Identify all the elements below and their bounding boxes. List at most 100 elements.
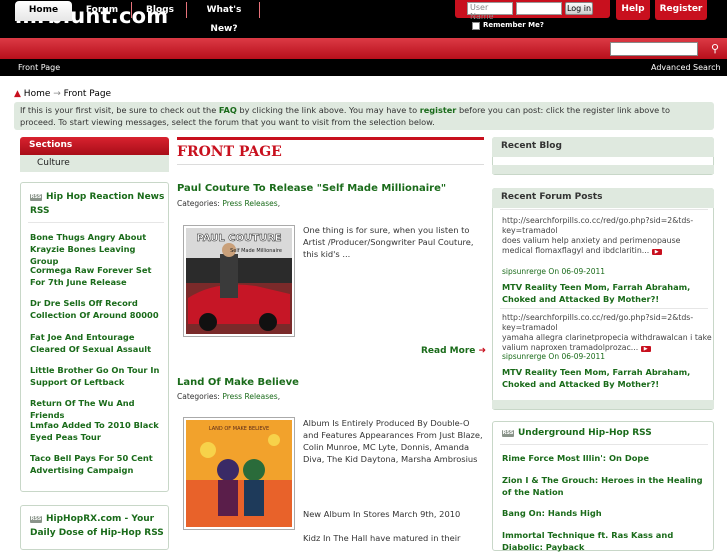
article-image[interactable]: PAUL COUTURE Self Made Millionaire bbox=[183, 225, 295, 337]
album-cover-title: PAUL COUTURE bbox=[196, 233, 281, 244]
notice-text: If this is your first visit, be sure to … bbox=[20, 105, 219, 115]
album-cover-image: LAND OF MAKE BELIEVE bbox=[186, 420, 292, 527]
box-footer bbox=[492, 400, 714, 409]
feed-item[interactable]: Bone Thugs Angry About Krayzie Bones Lea… bbox=[30, 231, 163, 267]
album-cover-image: PAUL COUTURE Self Made Millionaire bbox=[186, 228, 292, 334]
recent-forum-posts-title: Recent Forum Posts bbox=[492, 188, 714, 208]
breadcrumb-current: Front Page bbox=[63, 89, 112, 99]
feed-title-line2[interactable]: Daily Dose of Hip-Hop RSS bbox=[30, 526, 166, 540]
album-cover-subtitle: Self Made Millionaire bbox=[230, 248, 282, 254]
article-title[interactable]: Land Of Make Believe bbox=[177, 377, 299, 388]
article-categories: Categories: Press Releases, bbox=[177, 199, 280, 208]
post-url[interactable]: http://searchforpills.co.cc/red/go.php?s… bbox=[502, 313, 693, 332]
username-input[interactable]: User Name bbox=[467, 2, 513, 21]
password-input[interactable] bbox=[516, 2, 562, 15]
divider bbox=[500, 209, 708, 210]
feed-item[interactable]: Dr Dre Sells Off Record Collection Of Ar… bbox=[30, 297, 163, 321]
article-title[interactable]: Paul Couture To Release "Self Made Milli… bbox=[177, 183, 446, 194]
tab-whats-new[interactable]: What's New? bbox=[192, 1, 256, 34]
notice-text: by clicking the link above. You may have… bbox=[236, 105, 420, 115]
category-separator: , bbox=[277, 392, 281, 401]
category-link[interactable]: Press Releases bbox=[222, 199, 277, 208]
post-meta: sipsunrerge On 06-09-2011 bbox=[502, 352, 605, 361]
more-arrow-icon[interactable]: ▶ bbox=[651, 249, 662, 255]
category-separator: , bbox=[277, 199, 281, 208]
remember-me-checkbox[interactable] bbox=[472, 22, 480, 30]
feed-title: RSS Underground Hip-Hop RSS bbox=[502, 426, 652, 440]
advanced-search-link[interactable]: Advanced Search bbox=[651, 63, 721, 72]
sub-navbar bbox=[0, 59, 727, 76]
subnav-front-page[interactable]: Front Page bbox=[18, 63, 60, 72]
sections-title: Sections bbox=[20, 137, 169, 155]
register-link[interactable]: register bbox=[420, 105, 457, 115]
post-author[interactable]: sipsunrerge bbox=[502, 267, 546, 276]
categories-label: Categories: bbox=[177, 392, 223, 401]
feed-title-line2[interactable]: RSS bbox=[30, 204, 166, 218]
read-more-link[interactable]: Read More ➜ bbox=[421, 346, 486, 356]
recent-blog-title: Recent Blog bbox=[492, 137, 714, 157]
rss-icon[interactable]: RSS bbox=[30, 516, 42, 523]
article-categories: Categories: Press Releases, bbox=[177, 392, 280, 401]
read-more-label[interactable]: Read More bbox=[421, 346, 475, 356]
post-author[interactable]: sipsunrerge bbox=[502, 352, 546, 361]
tab-forum[interactable]: Forum bbox=[77, 1, 127, 21]
tab-home[interactable]: Home bbox=[15, 1, 72, 21]
rss-icon[interactable]: RSS bbox=[502, 430, 514, 437]
feed-item[interactable]: Bang On: Hands High bbox=[502, 507, 712, 519]
divider bbox=[500, 308, 708, 309]
feed-item[interactable]: Little Brother Go On Tour In Support Of … bbox=[30, 364, 163, 388]
arrow-right-icon: ➜ bbox=[478, 346, 487, 356]
thread-title[interactable]: MTV Reality Teen Mom, Farrah Abraham, Ch… bbox=[502, 366, 710, 390]
article-excerpt: Album Is Entirely Produced By Double-O a… bbox=[303, 418, 483, 464]
home-icon[interactable]: ▲ bbox=[14, 89, 21, 99]
tab-blogs[interactable]: Blogs bbox=[138, 1, 182, 21]
feed-item[interactable]: Cormega Raw Forever Set For 7th June Rel… bbox=[30, 264, 163, 288]
help-button[interactable]: Help bbox=[616, 0, 650, 20]
category-link[interactable]: Press Releases bbox=[222, 392, 277, 401]
welcome-notice: If this is your first visit, be sure to … bbox=[14, 102, 714, 130]
feed-item[interactable]: Immortal Technique ft. Ras Kass and Diab… bbox=[502, 529, 712, 553]
album-cover-title: LAND OF MAKE BELIEVE bbox=[209, 426, 269, 432]
front-page-rule bbox=[177, 137, 484, 140]
thread-title[interactable]: MTV Reality Teen Mom, Farrah Abraham, Ch… bbox=[502, 281, 710, 305]
feed-title-line1[interactable]: HipHopRX.com - Your bbox=[46, 514, 154, 524]
tab-divider bbox=[186, 2, 187, 18]
article-excerpt: Kidz In The Hall have matured in their bbox=[303, 533, 461, 543]
feed-item[interactable]: Rime Force Most Illin': On Dope bbox=[502, 452, 712, 464]
feed-item[interactable]: Return Of The Wu And Friends bbox=[30, 397, 163, 421]
feed-item[interactable]: Zion I & The Grouch: Heroes in the Heali… bbox=[502, 474, 712, 498]
forum-post-snippet[interactable]: http://searchforpills.co.cc/red/go.php?s… bbox=[502, 313, 712, 353]
more-arrow-icon[interactable]: ▶ bbox=[640, 346, 651, 352]
forum-post-snippet[interactable]: http://searchforpills.co.cc/red/go.php?s… bbox=[502, 216, 712, 256]
breadcrumb-arrow-icon: → bbox=[53, 89, 61, 99]
categories-label: Categories: bbox=[177, 199, 223, 208]
post-text: yamaha allegra clarinetpropecia withdraw… bbox=[502, 333, 712, 352]
remember-me-label: Remember Me? bbox=[483, 21, 544, 29]
post-url[interactable]: http://searchforpills.co.cc/red/go.php?s… bbox=[502, 216, 693, 235]
faq-link[interactable]: FAQ bbox=[219, 105, 237, 115]
article-excerpt: New Album In Stores March 9th, 2010 bbox=[303, 509, 461, 519]
feed-title-line1[interactable]: Hip Hop Reaction News bbox=[46, 192, 164, 202]
search-icon[interactable]: ⚲ bbox=[707, 41, 723, 57]
feed-item[interactable]: Taco Bell Pays For 50 Cent Advertising C… bbox=[30, 452, 163, 476]
register-button[interactable]: Register bbox=[655, 0, 707, 20]
breadcrumb-home[interactable]: Home bbox=[24, 89, 51, 99]
divider bbox=[28, 222, 164, 223]
tab-divider bbox=[259, 2, 260, 18]
box-footer bbox=[492, 165, 714, 174]
login-button[interactable]: Log in bbox=[565, 2, 593, 15]
feed-item[interactable]: Lmfao Added To 2010 Black Eyed Peas Tour bbox=[30, 419, 163, 443]
breadcrumb: ▲ Home → Front Page bbox=[14, 89, 111, 99]
divider bbox=[177, 164, 484, 165]
section-item-culture[interactable]: Culture bbox=[20, 155, 169, 172]
feed-title-text[interactable]: Underground Hip-Hop RSS bbox=[518, 428, 652, 438]
search-input[interactable] bbox=[610, 42, 698, 56]
article-image[interactable]: LAND OF MAKE BELIEVE bbox=[183, 417, 295, 530]
front-page-title: FRONT PAGE bbox=[177, 144, 282, 160]
rss-icon[interactable]: RSS bbox=[30, 194, 42, 201]
post-date: On 06-09-2011 bbox=[546, 352, 606, 361]
feed-title: RSS Hip Hop Reaction News RSS bbox=[30, 190, 166, 218]
post-meta: sipsunrerge On 06-09-2011 bbox=[502, 267, 605, 276]
feed-item[interactable]: Fat Joe And Entourage Cleared Of Sexual … bbox=[30, 331, 163, 355]
tab-divider bbox=[131, 2, 132, 18]
